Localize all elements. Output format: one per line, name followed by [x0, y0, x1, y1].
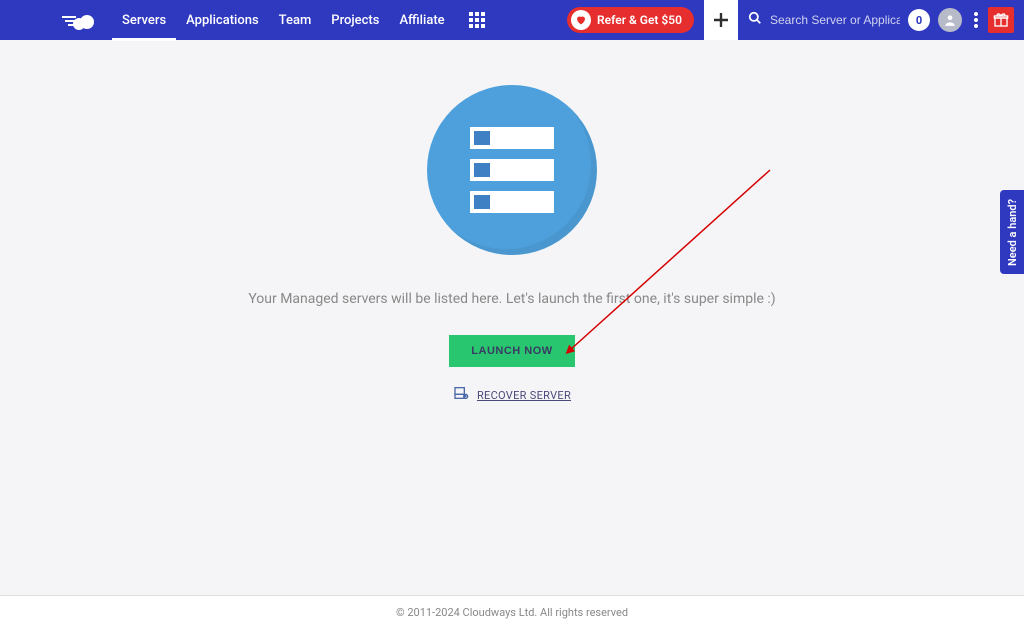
nav-servers[interactable]: Servers	[112, 0, 176, 40]
gift-icon[interactable]	[988, 7, 1014, 33]
refer-button[interactable]: Refer & Get $50	[567, 7, 694, 33]
recover-server-link[interactable]: RECOVER SERVER	[453, 385, 571, 405]
nav-label: Applications	[186, 13, 259, 28]
refer-label: Refer & Get $50	[597, 13, 682, 27]
main-content: Your Managed servers will be listed here…	[0, 40, 1024, 595]
badge-count: 0	[916, 14, 922, 27]
nav-affiliate[interactable]: Affiliate	[389, 0, 454, 40]
help-tab[interactable]: Need a hand?	[1000, 190, 1024, 274]
apps-grid-icon[interactable]	[469, 12, 485, 28]
launch-now-button[interactable]: LAUNCH NOW	[449, 335, 574, 367]
search-input[interactable]	[770, 13, 900, 27]
search-icon	[748, 11, 762, 29]
search-zone	[738, 11, 908, 29]
footer: © 2011-2024 Cloudways Ltd. All rights re…	[0, 595, 1024, 629]
nav-applications[interactable]: Applications	[176, 0, 269, 40]
notification-count-badge[interactable]: 0	[908, 9, 930, 31]
user-avatar[interactable]	[938, 8, 962, 32]
nav-label: Team	[279, 13, 312, 28]
nav-projects[interactable]: Projects	[321, 0, 389, 40]
nav-team[interactable]: Team	[269, 0, 322, 40]
empty-state-message: Your Managed servers will be listed here…	[248, 291, 775, 307]
nav-label: Servers	[122, 13, 166, 28]
nav-label: Projects	[331, 13, 379, 28]
heart-icon	[571, 10, 591, 30]
cloudways-logo[interactable]	[62, 10, 98, 30]
help-label: Need a hand?	[1006, 199, 1019, 266]
more-menu-icon[interactable]	[968, 12, 984, 28]
nav-label: Affiliate	[399, 13, 444, 28]
recover-icon	[453, 385, 469, 405]
recover-label: RECOVER SERVER	[477, 389, 571, 402]
main-nav: Servers Applications Team Projects Affil…	[112, 0, 455, 40]
add-button[interactable]	[704, 0, 738, 40]
footer-text: © 2011-2024 Cloudways Ltd. All rights re…	[396, 606, 628, 619]
top-header: Servers Applications Team Projects Affil…	[0, 0, 1024, 40]
server-illustration	[427, 85, 597, 255]
